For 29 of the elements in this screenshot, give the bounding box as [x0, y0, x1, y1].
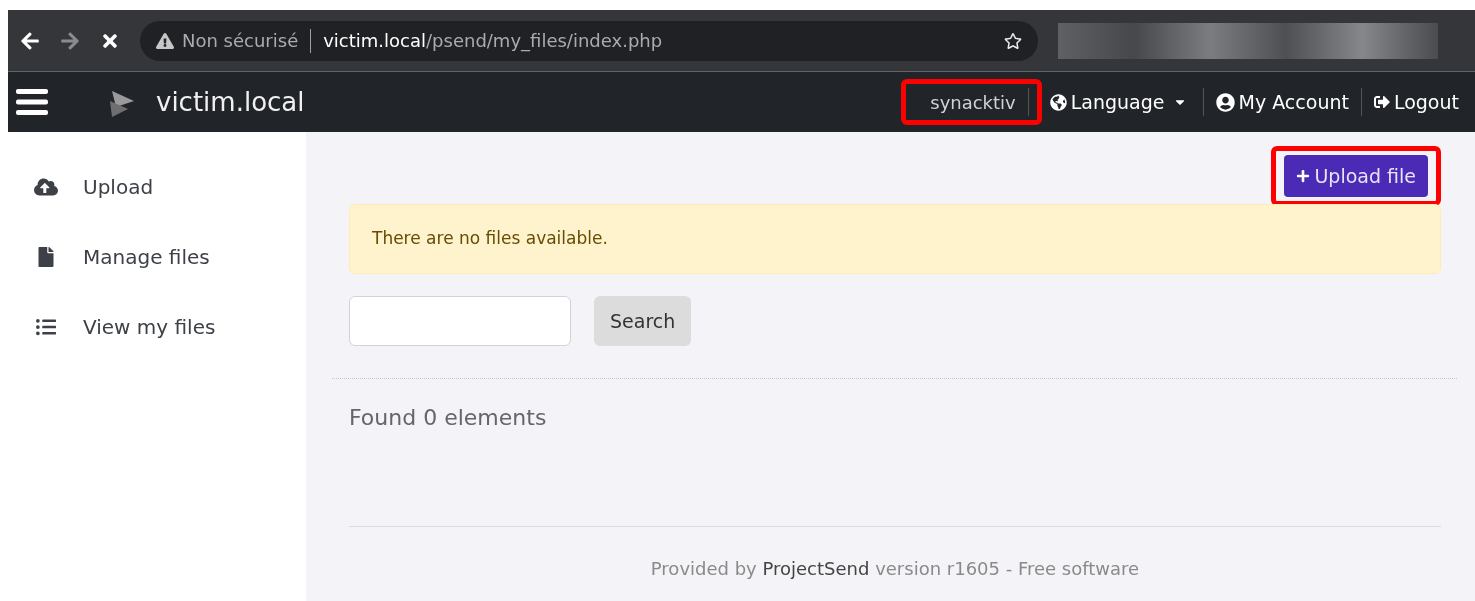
star-icon[interactable]: [1004, 31, 1022, 50]
cloud-upload-icon: [34, 177, 58, 197]
security-label: Non sécurisé: [182, 29, 299, 53]
warning-icon: [156, 31, 174, 50]
forward-icon[interactable]: [60, 30, 80, 51]
search-field[interactable]: [349, 296, 571, 346]
upload-file-button[interactable]: Upload file: [1284, 155, 1428, 197]
user-icon: [1215, 92, 1235, 112]
search-button[interactable]: Search: [594, 296, 692, 346]
site-title[interactable]: victim.local: [156, 82, 305, 122]
result-count: Found 0 elements: [349, 404, 548, 432]
projectsend-link[interactable]: ProjectSend: [762, 558, 870, 579]
url-text: victim.local/psend/my_files/index.php: [323, 29, 663, 54]
logout-icon: [1373, 94, 1390, 110]
footer-text: Provided by ProjectSend version r1605 - Free software: [649, 557, 1141, 581]
logout-link[interactable]: Logout: [1373, 87, 1459, 117]
plus-icon: [1296, 169, 1311, 183]
language-menu[interactable]: Language: [1045, 87, 1191, 117]
sidebar-item[interactable]: Manage files: [8, 242, 306, 272]
sidebar-item[interactable]: Upload: [8, 172, 306, 202]
list-icon: [34, 317, 58, 337]
back-icon[interactable]: [20, 30, 40, 51]
address-bar[interactable]: Non sécurisé victim.local/psend/my_files/index.php: [140, 20, 1038, 61]
username: synacktiv: [929, 90, 1017, 115]
my-account-link[interactable]: My Account: [1215, 87, 1349, 117]
sidebar-item[interactable]: View my files: [8, 312, 306, 342]
menu-icon[interactable]: [16, 89, 48, 115]
empty-alert: There are no files available.: [349, 204, 1441, 274]
globe-icon: [1049, 93, 1067, 111]
